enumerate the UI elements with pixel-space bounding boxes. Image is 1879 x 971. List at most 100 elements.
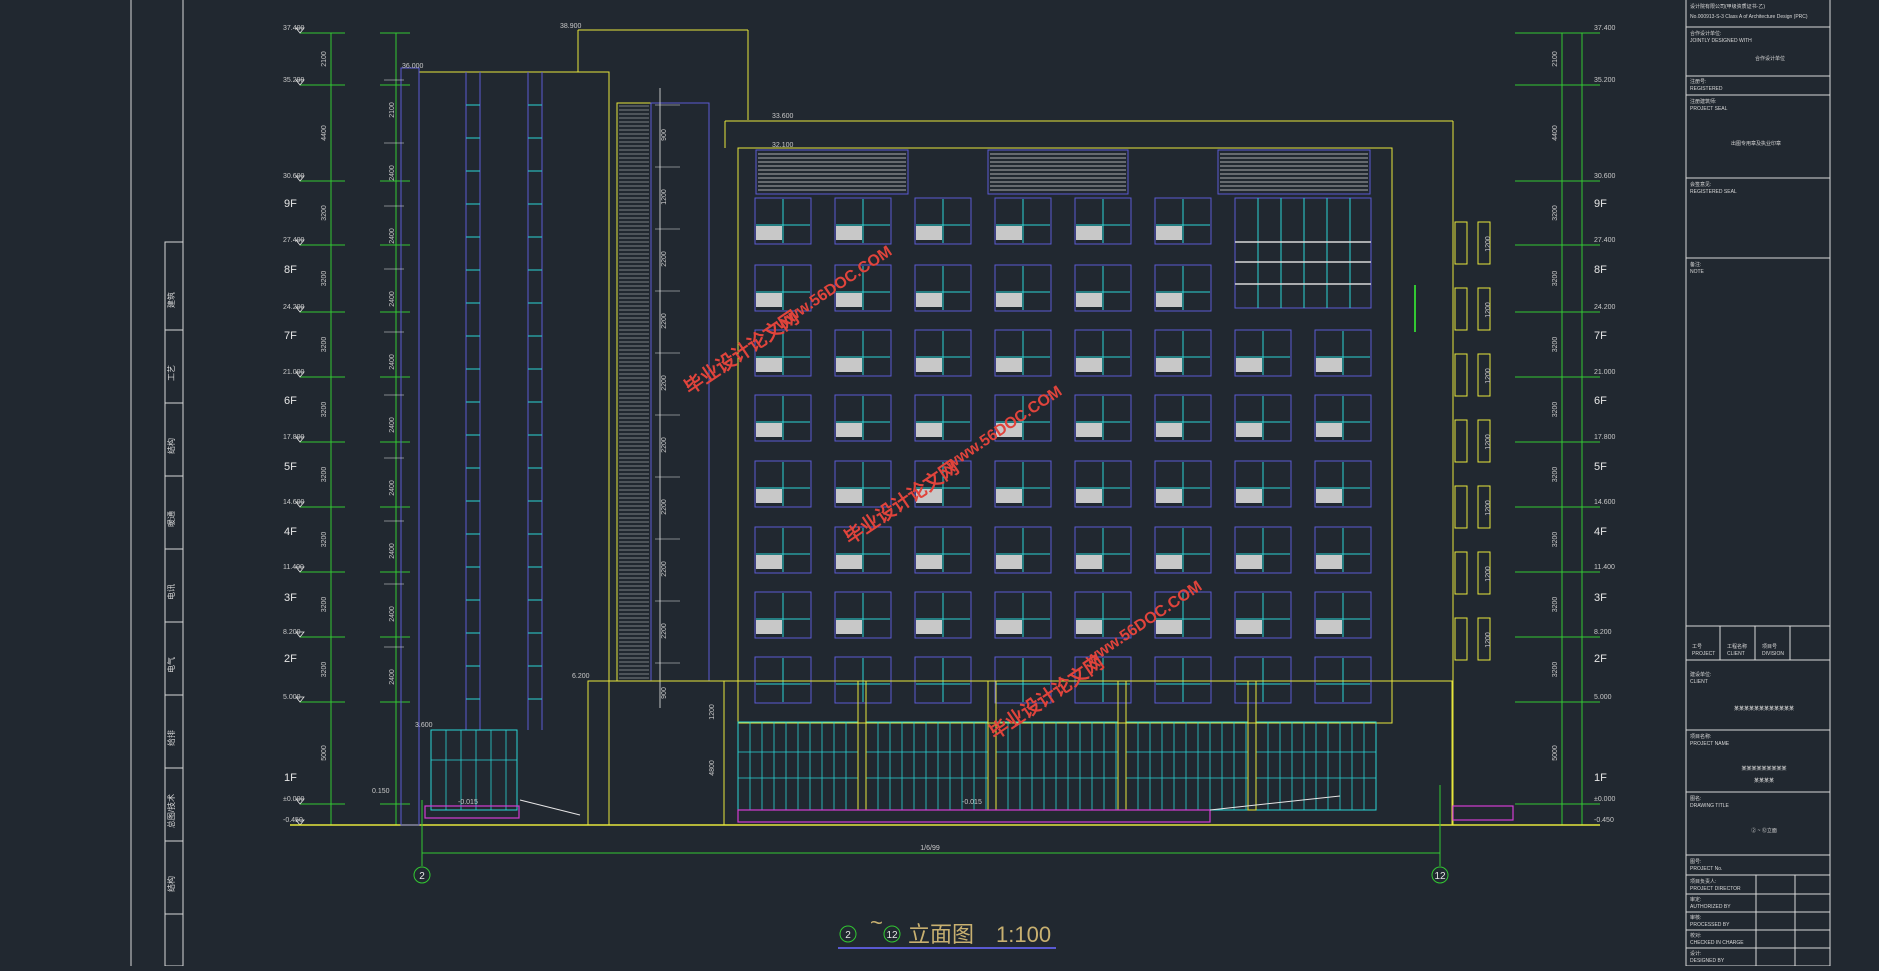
dim-text-right: 3200 bbox=[1552, 532, 1559, 548]
label-tower-top: 36.000 bbox=[402, 63, 424, 70]
tb-client-name: 某某某某某某某某某某某某 bbox=[1734, 706, 1794, 712]
tb-drawing-no: 图号: bbox=[1690, 859, 1701, 865]
title-grid-end: 12 bbox=[886, 930, 898, 941]
level-label-right: 8.200 bbox=[1594, 629, 1612, 636]
window-unit bbox=[754, 460, 812, 508]
tb-row1-value: DIVISION bbox=[1762, 651, 1784, 657]
window-panel bbox=[836, 620, 862, 634]
side-dim-text: 1200 bbox=[1485, 632, 1492, 648]
tb-note: 备注: bbox=[1690, 261, 1701, 268]
window-unit bbox=[914, 526, 972, 574]
level-label-right: 17.800 bbox=[1594, 434, 1616, 441]
floor-label-left: 1F bbox=[284, 772, 297, 784]
window-panel bbox=[1156, 423, 1182, 437]
dim-text-left: 3200 bbox=[321, 205, 328, 221]
ramp-slope-left bbox=[519, 799, 581, 816]
window-panel bbox=[1236, 489, 1262, 503]
core-dim-text: 2200 bbox=[661, 313, 668, 329]
window-panel bbox=[1076, 489, 1102, 503]
podium-column bbox=[1117, 680, 1127, 811]
tower-outline bbox=[418, 71, 610, 826]
tb-drawing-title-en: DRAWING TITLE bbox=[1690, 803, 1730, 809]
window-panel bbox=[916, 423, 942, 437]
window-unit bbox=[1234, 460, 1292, 508]
window-unit bbox=[914, 656, 972, 704]
window-panel bbox=[1156, 293, 1182, 307]
left-entrance bbox=[430, 729, 518, 811]
window-panel bbox=[836, 555, 862, 569]
level-label-left: ±0.000 bbox=[283, 796, 304, 803]
strip-label: 电气 bbox=[166, 657, 176, 673]
strip-label: 建筑 bbox=[166, 292, 176, 308]
window-unit bbox=[754, 656, 812, 704]
window-unit bbox=[1074, 526, 1132, 574]
window-panel bbox=[1076, 226, 1102, 240]
tower-dim-text: 2400 bbox=[389, 291, 396, 307]
dim-text-right: 3200 bbox=[1552, 337, 1559, 353]
dim-text-right: 4400 bbox=[1552, 125, 1559, 141]
window-unit bbox=[1154, 656, 1212, 704]
tb-sign-en: AUTHORIZED BY bbox=[1690, 904, 1731, 910]
window-unit bbox=[1234, 656, 1292, 704]
window-panel bbox=[996, 293, 1022, 307]
window-unit bbox=[914, 591, 972, 639]
podium-column bbox=[857, 680, 867, 811]
window-panel bbox=[916, 293, 942, 307]
core-dim-text: 1200 bbox=[661, 189, 668, 205]
tb-sign-label: 设计: bbox=[1690, 950, 1701, 957]
tb-drawing-no-en: PROJECT No. bbox=[1690, 866, 1722, 872]
window-panel bbox=[916, 620, 942, 634]
cad-drawing-canvas[interactable]: 建筑 工艺 结构 暖通 电讯 电气 给排 总图/技术 结构 设计院有限公司(甲级资质证书·乙) N… bbox=[0, 0, 1879, 967]
storefront-bay bbox=[995, 721, 1119, 811]
core-dim-text: 900 bbox=[661, 687, 668, 699]
tb-reg-no: 注册号: bbox=[1690, 78, 1706, 85]
dim-text-right: 3200 bbox=[1552, 402, 1559, 418]
window-unit bbox=[914, 329, 972, 377]
watermark-url: www.56DOC.COM bbox=[942, 383, 1065, 474]
dim-text-right: 3200 bbox=[1552, 467, 1559, 483]
side-dim-text: 1200 bbox=[1485, 368, 1492, 384]
label-ground-mid: -0.015 bbox=[962, 799, 982, 806]
tb-header1: 设计院有限公司(甲级资质证书·乙) bbox=[1690, 3, 1765, 10]
strip-label: 结构 bbox=[166, 876, 176, 892]
window-panel bbox=[1156, 555, 1182, 569]
dim-text-left: 3200 bbox=[321, 337, 328, 353]
strip-label: 电讯 bbox=[166, 584, 176, 600]
storefront-bay bbox=[1125, 721, 1249, 811]
storefront-frame bbox=[995, 721, 1119, 811]
window-unit bbox=[994, 264, 1052, 312]
dim-text-left: 2100 bbox=[321, 51, 328, 67]
core-dim-text: 2200 bbox=[661, 623, 668, 639]
strip-label: 工艺 bbox=[167, 365, 176, 381]
floor-label-right: 9F bbox=[1594, 198, 1607, 210]
tower-dim-text: 2100 bbox=[389, 102, 396, 118]
window-panel bbox=[996, 620, 1022, 634]
window-panel bbox=[1236, 358, 1262, 372]
window-panel bbox=[1076, 620, 1102, 634]
tb-row1-label: 工号 bbox=[1692, 644, 1702, 650]
strip-label: 暖通 bbox=[166, 511, 176, 527]
level-label-left: 37.400 bbox=[283, 25, 305, 32]
window-unit bbox=[1314, 460, 1372, 508]
tb-sign-label: 项目负责人: bbox=[1690, 878, 1716, 885]
window-panel bbox=[836, 358, 862, 372]
level-label-right: 30.600 bbox=[1594, 173, 1616, 180]
window-panel bbox=[1076, 423, 1102, 437]
roof-louver-frame bbox=[987, 149, 1129, 195]
building-elevation: 36.000 38.900 2100 2400 2400 2400 2400 2400 2400… bbox=[290, 23, 1600, 826]
floor-label-right: 7F bbox=[1594, 330, 1607, 342]
tower-dim-text: 2400 bbox=[389, 165, 396, 181]
window-panel bbox=[1076, 293, 1102, 307]
window-unit bbox=[1314, 394, 1372, 442]
entrance-frame bbox=[430, 729, 518, 811]
level-label-right: ±0.000 bbox=[1594, 796, 1615, 803]
floor-label-right: 2F bbox=[1594, 653, 1607, 665]
window-panel bbox=[756, 423, 782, 437]
side-window-right bbox=[1454, 551, 1468, 595]
tower-dim-text: 2400 bbox=[389, 543, 396, 559]
tower-edge-strip bbox=[400, 67, 420, 826]
tb-project-name: 项目名称: bbox=[1690, 733, 1711, 740]
window-panel bbox=[1316, 358, 1342, 372]
level-label-left: 5.000 bbox=[283, 694, 301, 701]
dim-text-right: 3200 bbox=[1552, 597, 1559, 613]
